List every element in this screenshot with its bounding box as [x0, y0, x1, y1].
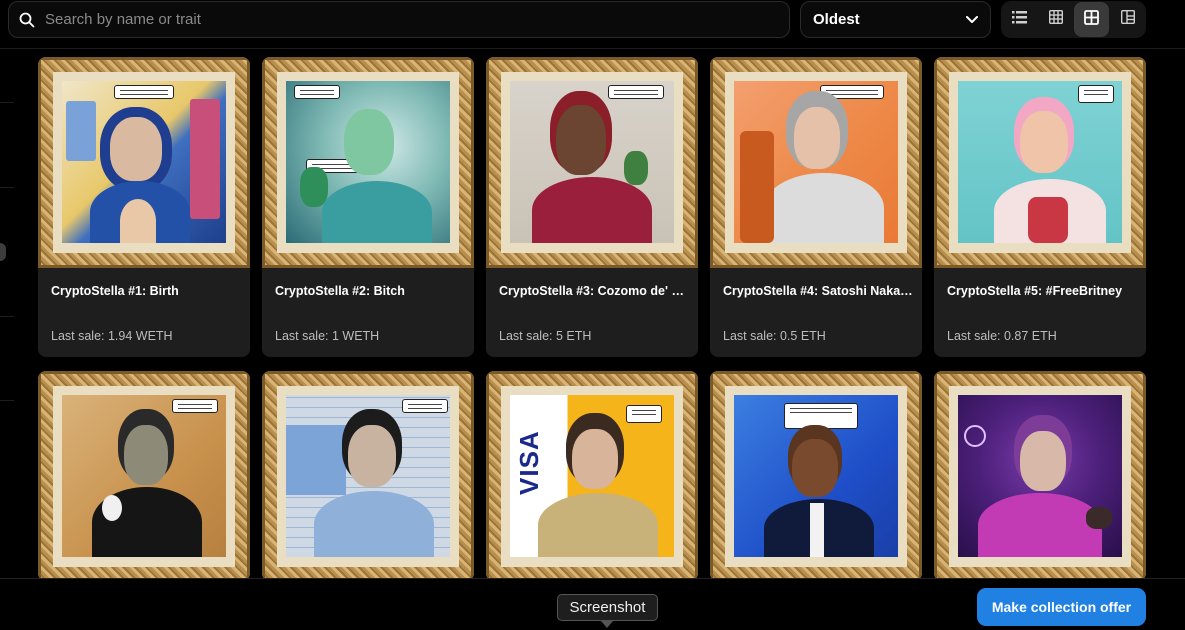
nft-last-sale: Last sale: 1 WETH: [275, 329, 380, 343]
sidebar-divider: [0, 102, 14, 103]
masonry-icon: [1120, 9, 1135, 29]
sidebar-divider: [0, 316, 14, 317]
nft-last-sale: Last sale: 0.5 ETH: [723, 329, 826, 343]
screenshot-tooltip: Screenshot: [557, 594, 658, 621]
nft-image: [262, 57, 474, 268]
sidebar-divider: [0, 400, 14, 401]
sort-dropdown[interactable]: Oldest: [800, 1, 991, 38]
nft-image: [38, 371, 250, 581]
nft-title: CryptoStella #5: #FreeBritney: [947, 284, 1123, 298]
sidebar-edge: [0, 50, 20, 580]
search-icon: [9, 12, 45, 28]
nft-last-sale: Last sale: 0.87 ETH: [947, 329, 1057, 343]
nft-card[interactable]: VISA: [486, 371, 698, 581]
grid-large-icon: [1084, 9, 1099, 30]
nft-image: [262, 371, 474, 581]
nft-image: [38, 57, 250, 268]
sidebar-divider: [0, 187, 14, 188]
nft-image: [710, 57, 922, 268]
top-toolbar: Oldest: [0, 0, 1185, 49]
view-mode-toggle: [1001, 1, 1146, 38]
nft-last-sale: Last sale: 1.94 WETH: [51, 329, 173, 343]
nft-card[interactable]: [262, 371, 474, 581]
nft-title: CryptoStella #2: Bitch: [275, 284, 405, 298]
masonry-view-button[interactable]: [1110, 2, 1145, 37]
nft-image: [934, 57, 1146, 268]
search-input[interactable]: [45, 11, 745, 28]
small-grid-view-button[interactable]: [1038, 2, 1073, 37]
nft-card[interactable]: [38, 371, 250, 581]
nft-title: CryptoStella #3: Cozomo de' Medici: [499, 284, 689, 298]
nft-last-sale: Last sale: 5 ETH: [499, 329, 592, 343]
nft-title: CryptoStella #4: Satoshi Nakamoto: [723, 284, 913, 298]
nft-card[interactable]: CryptoStella #1: Birth Last sale: 1.94 W…: [38, 57, 250, 357]
sidebar-toggle-handle[interactable]: [0, 243, 6, 261]
tooltip-arrow: [601, 621, 613, 628]
visa-card-text: VISA: [514, 430, 544, 495]
nft-card[interactable]: [710, 371, 922, 581]
make-collection-offer-button[interactable]: Make collection offer: [977, 588, 1146, 626]
nft-card[interactable]: [934, 371, 1146, 581]
nft-image: VISA: [486, 371, 698, 581]
search-box[interactable]: [8, 1, 790, 38]
nft-card[interactable]: CryptoStella #3: Cozomo de' Medici Last …: [486, 57, 698, 357]
nft-card[interactable]: CryptoStella #5: #FreeBritney Last sale:…: [934, 57, 1146, 357]
nft-image: [710, 371, 922, 581]
nft-image: [486, 57, 698, 268]
sort-selected-label: Oldest: [813, 11, 860, 28]
chevron-down-icon: [966, 11, 978, 28]
nft-title: CryptoStella #1: Birth: [51, 284, 179, 298]
nft-card[interactable]: CryptoStella #4: Satoshi Nakamoto Last s…: [710, 57, 922, 357]
list-view-button[interactable]: [1002, 2, 1037, 37]
large-grid-view-button[interactable]: [1074, 2, 1109, 37]
list-icon: [1012, 10, 1027, 29]
nft-card[interactable]: CryptoStella #2: Bitch Last sale: 1 WETH: [262, 57, 474, 357]
nft-image: [934, 371, 1146, 581]
grid-small-icon: [1048, 9, 1063, 29]
